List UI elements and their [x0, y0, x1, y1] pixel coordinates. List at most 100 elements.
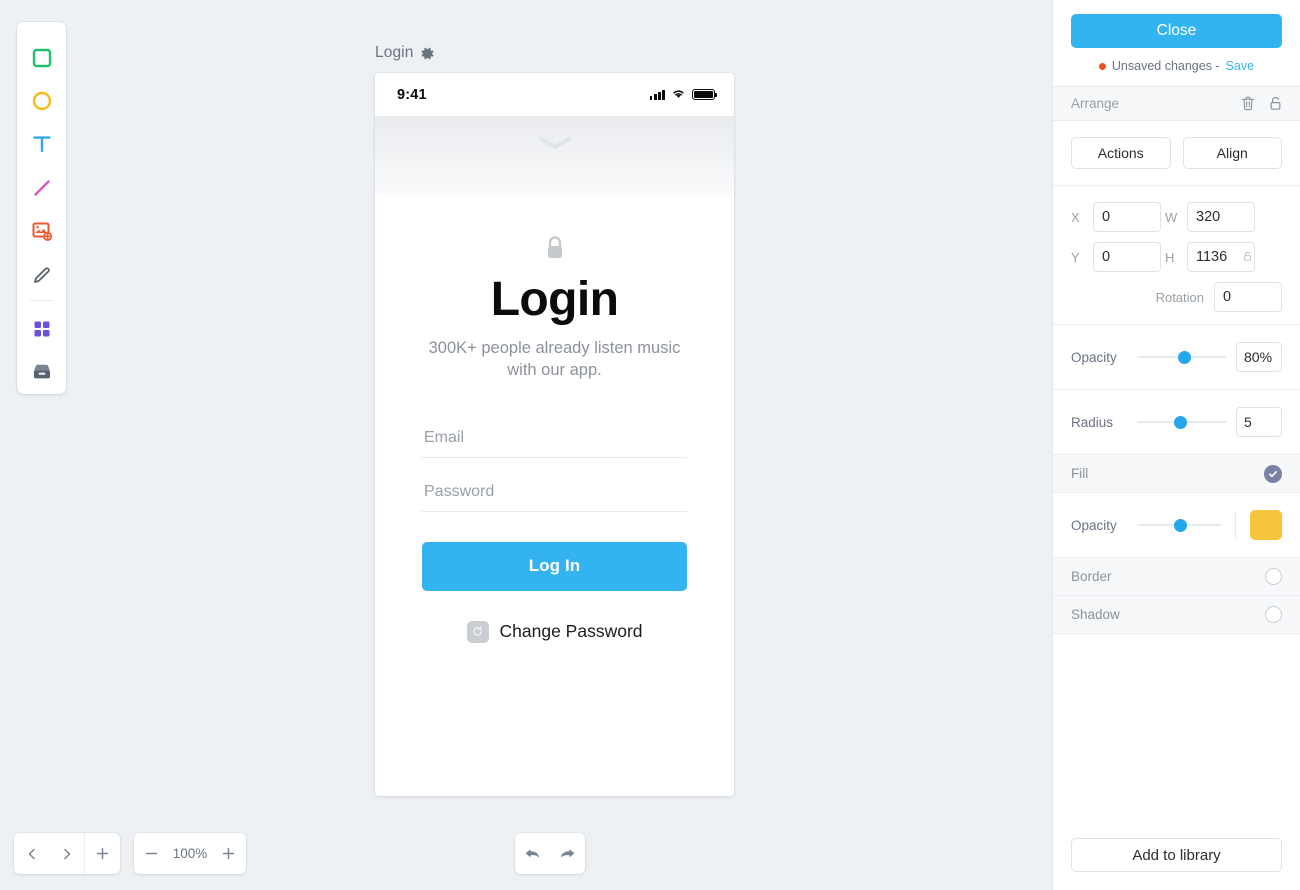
email-field[interactable]: Email	[422, 420, 687, 458]
y-input[interactable]: 0	[1093, 242, 1161, 272]
radius-row: Radius 5	[1053, 390, 1300, 455]
align-button[interactable]: Align	[1182, 137, 1282, 169]
change-password-label: Change Password	[499, 621, 643, 642]
battery-icon	[692, 89, 718, 100]
components-tool[interactable]	[22, 307, 62, 350]
zoom-in-button[interactable]	[211, 833, 246, 874]
chevron-down-icon	[535, 136, 575, 156]
check-circle-icon[interactable]	[1264, 464, 1282, 483]
unsaved-text: Unsaved changes -	[1111, 59, 1220, 73]
artboard-name: Login	[375, 44, 414, 61]
wifi-icon	[671, 86, 686, 104]
panel-header: Close Unsaved changes - Save	[1053, 0, 1300, 86]
x-label: X	[1071, 209, 1080, 225]
x-input[interactable]: 0	[1093, 202, 1161, 232]
status-icons	[649, 86, 718, 104]
line-tool[interactable]	[22, 166, 62, 209]
arrange-buttons: Actions Align	[1053, 121, 1300, 186]
pencil-tool[interactable]	[22, 253, 62, 296]
library-tool[interactable]	[22, 351, 62, 394]
login-button[interactable]: Log In	[422, 541, 687, 591]
fill-opacity-slider[interactable]	[1137, 517, 1221, 533]
phone-artboard[interactable]: 9:41 Login 300K+ people already listen m…	[375, 73, 734, 796]
close-button[interactable]: Close	[1071, 14, 1282, 48]
text-tool[interactable]	[22, 123, 62, 166]
fill-label: Fill	[1071, 466, 1089, 481]
w-label: W	[1165, 209, 1178, 225]
link-lock-icon[interactable]	[1243, 249, 1252, 267]
login-heading: Login	[490, 273, 619, 326]
opacity-slider[interactable]	[1137, 349, 1226, 365]
empty-circle-icon[interactable]	[1265, 606, 1282, 623]
pull-down-band	[375, 116, 734, 194]
fill-divider	[1235, 512, 1236, 538]
change-password-row[interactable]: Change Password	[422, 620, 687, 643]
zoom-controls: 100%	[134, 833, 246, 874]
lock-icon-wrapper	[422, 234, 687, 267]
add-artboard-button[interactable]	[85, 833, 120, 874]
shadow-label: Shadow	[1071, 607, 1120, 622]
fill-opacity-slider-knob[interactable]	[1173, 518, 1187, 532]
tools-toolbar	[17, 22, 66, 394]
empty-circle-icon[interactable]	[1265, 568, 1282, 585]
panel-spacer	[1053, 634, 1300, 824]
image-tool[interactable]	[22, 210, 62, 253]
status-time: 9:41	[397, 86, 427, 103]
opacity-label: Opacity	[1071, 349, 1117, 365]
rotation-label: Rotation	[1155, 289, 1204, 305]
password-field[interactable]: Password	[422, 474, 687, 512]
fill-opacity-row: Opacity	[1053, 493, 1300, 558]
radius-slider-knob[interactable]	[1174, 415, 1188, 429]
unlock-icon[interactable]	[1269, 96, 1282, 111]
panel-footer: Add to library	[1053, 824, 1300, 890]
shadow-row: Shadow	[1053, 596, 1300, 634]
artboard-nav-controls	[14, 833, 120, 874]
radius-slider[interactable]	[1137, 414, 1226, 430]
inspector-panel: Close Unsaved changes - Save Arrange Act…	[1052, 0, 1300, 890]
position-size-block: X 0 W 320 Y 0 H 1136 Rotation 0	[1053, 186, 1300, 325]
fill-section-header: Fill	[1053, 455, 1300, 493]
rotation-input[interactable]: 0	[1214, 282, 1282, 312]
fill-opacity-label: Opacity	[1071, 517, 1117, 533]
w-input[interactable]: 320	[1187, 202, 1255, 232]
add-to-library-button[interactable]: Add to library	[1071, 838, 1282, 872]
prev-artboard-button[interactable]	[14, 833, 49, 874]
radius-value[interactable]: 5	[1236, 407, 1282, 437]
radius-label: Radius	[1071, 414, 1114, 430]
status-dot-icon	[1098, 62, 1106, 70]
zoom-level[interactable]: 100%	[169, 846, 211, 861]
rectangle-tool[interactable]	[22, 36, 62, 79]
gear-icon[interactable]	[420, 46, 435, 61]
actions-button[interactable]: Actions	[1071, 137, 1171, 169]
unsaved-status: Unsaved changes - Save	[1071, 48, 1282, 86]
reset-icon	[466, 620, 489, 643]
lock-icon	[543, 234, 567, 267]
design-editor-app: Login 9:41 Login 300K+ people already li…	[0, 0, 1300, 890]
undo-arrow-icon[interactable]	[515, 833, 550, 874]
artboard-label[interactable]: Login	[375, 44, 435, 62]
history-controls	[515, 833, 585, 874]
h-label: H	[1165, 249, 1175, 265]
next-artboard-button[interactable]	[49, 833, 84, 874]
border-label: Border	[1071, 569, 1112, 584]
signal-bars-icon	[649, 89, 665, 100]
ellipse-tool[interactable]	[22, 79, 62, 122]
opacity-row: Opacity 80%	[1053, 325, 1300, 390]
fill-color-swatch[interactable]	[1250, 510, 1282, 540]
x-w-row: X 0 W 320	[1071, 202, 1282, 232]
login-screen-content: Login 300K+ people already listen music …	[375, 234, 734, 643]
opacity-slider-knob[interactable]	[1177, 350, 1191, 364]
save-link[interactable]: Save	[1226, 59, 1255, 73]
phone-status-bar: 9:41	[375, 73, 734, 116]
rotation-row: Rotation 0	[1071, 282, 1282, 312]
trash-icon[interactable]	[1241, 96, 1255, 111]
toolbar-divider	[29, 300, 54, 302]
redo-arrow-icon[interactable]	[550, 833, 585, 874]
login-subtitle: 300K+ people already listen music with o…	[428, 338, 681, 379]
zoom-out-button[interactable]	[134, 833, 169, 874]
opacity-value[interactable]: 80%	[1236, 342, 1282, 372]
y-label: Y	[1071, 249, 1080, 265]
arrange-title: Arrange	[1071, 96, 1120, 111]
border-row: Border	[1053, 558, 1300, 596]
arrange-section-header: Arrange	[1053, 86, 1300, 121]
